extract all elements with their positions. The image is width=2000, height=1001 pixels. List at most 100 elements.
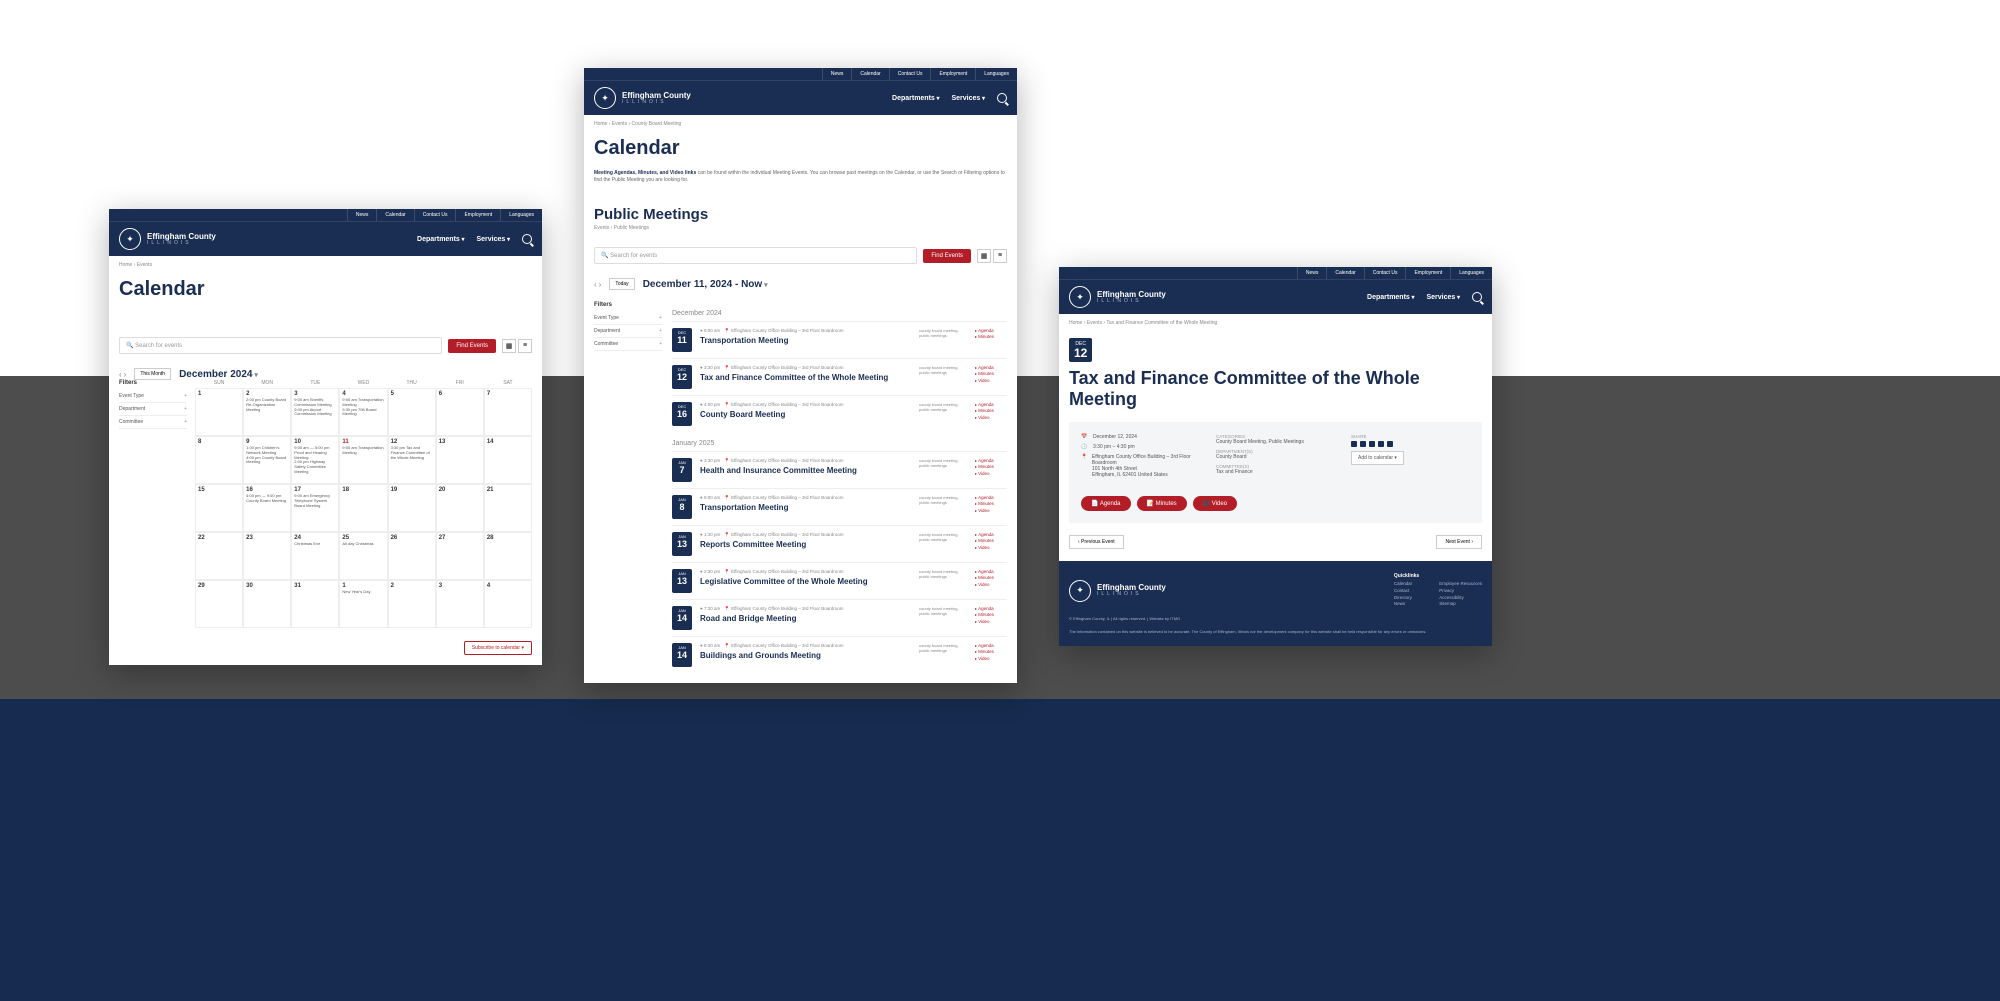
event-link-video[interactable]: Video [975, 378, 1007, 384]
month-label[interactable]: December 2024 [179, 369, 258, 380]
nav-news[interactable]: News [347, 209, 377, 221]
event-link-video[interactable]: Video [975, 582, 1007, 588]
site-logo[interactable]: ✦ Effingham County ILLINOIS [1069, 286, 1166, 308]
calendar-cell[interactable]: 5 [388, 388, 436, 436]
next-page[interactable]: › [599, 280, 602, 289]
filter-department[interactable]: Department [119, 403, 187, 416]
find-events-button[interactable]: Find Events [923, 249, 971, 263]
grid-view-icon[interactable]: ▦ [977, 249, 991, 263]
linkedin-icon[interactable] [1369, 441, 1375, 447]
calendar-cell[interactable]: 164:00 pm — 9:00 pm County Board Meeting [243, 484, 291, 532]
event-row[interactable]: DEC16● 4:00 pm📍 Effingham County Office … [672, 395, 1007, 432]
today-button[interactable]: Today [609, 278, 634, 290]
event-link-video[interactable]: Video [975, 656, 1007, 662]
event-row[interactable]: DEC12● 3:30 pm📍 Effingham County Office … [672, 358, 1007, 395]
calendar-cell[interactable]: 18 [339, 484, 387, 532]
event-title[interactable]: Legislative Committee of the Whole Meeti… [700, 577, 911, 586]
calendar-cell[interactable]: 22 [195, 532, 243, 580]
nav-news[interactable]: News [822, 68, 852, 80]
calendar-cell[interactable]: 27 [436, 532, 484, 580]
nav-services[interactable]: Services [952, 95, 986, 102]
nav-services[interactable]: Services [1427, 294, 1461, 301]
filter-event-type[interactable]: Event Type [119, 390, 187, 403]
event-link-video[interactable]: Video [975, 508, 1007, 514]
footer-link[interactable]: News [1394, 601, 1419, 608]
event-title[interactable]: Tax and Finance Committee of the Whole M… [700, 373, 911, 382]
site-logo[interactable]: ✦ Effingham County ILLINOIS [594, 87, 691, 109]
footer-link[interactable]: Sitemap [1439, 601, 1482, 608]
search-input[interactable]: 🔍 Search for events [594, 247, 917, 264]
link-icon[interactable] [1387, 441, 1393, 447]
nav-languages[interactable]: Languages [975, 68, 1017, 80]
event-row[interactable]: JAN7● 3:30 pm📍 Effingham County Office B… [672, 451, 1007, 488]
event-row[interactable]: JAN13● 2:30 pm📍 Effingham County Office … [672, 562, 1007, 599]
calendar-cell[interactable]: 8 [195, 436, 243, 484]
calendar-cell[interactable]: 30 [243, 580, 291, 628]
calendar-cell[interactable]: 3 [436, 580, 484, 628]
nav-calendar[interactable]: Calendar [851, 68, 888, 80]
event-title[interactable]: Health and Insurance Committee Meeting [700, 466, 911, 475]
nav-departments[interactable]: Departments [892, 95, 939, 102]
next-month[interactable]: › [124, 370, 127, 379]
next-event-button[interactable]: Next Event › [1436, 535, 1482, 549]
event-row[interactable]: JAN14● 7:30 am📍 Effingham County Office … [672, 599, 1007, 636]
event-link-video[interactable]: Video [975, 619, 1007, 625]
calendar-cell[interactable]: 20 [436, 484, 484, 532]
twitter-icon[interactable] [1360, 441, 1366, 447]
event-title[interactable]: Road and Bridge Meeting [700, 614, 911, 623]
prev-event-button[interactable]: ‹ Previous Event [1069, 535, 1124, 549]
calendar-cell[interactable]: 23 [243, 532, 291, 580]
nav-languages[interactable]: Languages [1450, 267, 1492, 279]
event-link-minutes[interactable]: Minutes [975, 334, 1007, 340]
filter-department[interactable]: Department [594, 325, 662, 338]
nav-employment[interactable]: Employment [930, 68, 975, 80]
search-input[interactable]: 🔍 Search for events [119, 337, 442, 354]
calendar-cell[interactable]: 7 [484, 388, 532, 436]
nav-news[interactable]: News [1297, 267, 1327, 279]
event-link-video[interactable]: Video [975, 471, 1007, 477]
filter-committee[interactable]: Committee [119, 416, 187, 429]
nav-services[interactable]: Services [477, 236, 511, 243]
email-icon[interactable] [1378, 441, 1384, 447]
nav-departments[interactable]: Departments [417, 236, 464, 243]
nav-languages[interactable]: Languages [500, 209, 542, 221]
calendar-cell[interactable]: 13 [436, 436, 484, 484]
event-title[interactable]: Transportation Meeting [700, 336, 911, 345]
list-view-icon[interactable]: ≡ [993, 249, 1007, 263]
footer-link[interactable]: Directory [1394, 595, 1419, 602]
calendar-cell[interactable]: 19 [388, 484, 436, 532]
calendar-cell[interactable]: 24Christmas Eve [291, 532, 339, 580]
calendar-cell[interactable]: 6 [436, 388, 484, 436]
event-title[interactable]: Transportation Meeting [700, 503, 911, 512]
footer-link[interactable]: Calendar [1394, 581, 1419, 588]
event-row[interactable]: DEC11● 9:00 am📍 Effingham County Office … [672, 321, 1007, 358]
calendar-cell[interactable]: 28 [484, 532, 532, 580]
calendar-cell[interactable]: 91:00 pm Children's Network Meeting4:00 … [243, 436, 291, 484]
search-icon[interactable] [522, 234, 532, 244]
agenda-button[interactable]: 📄 Agenda [1081, 496, 1131, 511]
calendar-cell[interactable]: 15 [195, 484, 243, 532]
calendar-cell[interactable]: 123:30 pm Tax and Finance Committee of t… [388, 436, 436, 484]
calendar-cell[interactable]: 26 [388, 532, 436, 580]
search-icon[interactable] [997, 93, 1007, 103]
nav-calendar[interactable]: Calendar [1326, 267, 1363, 279]
calendar-cell[interactable]: 1 [195, 388, 243, 436]
event-link-video[interactable]: Video [975, 415, 1007, 421]
nav-contact[interactable]: Contact Us [414, 209, 456, 221]
calendar-cell[interactable]: 4 [484, 580, 532, 628]
subscribe-button[interactable]: Subscribe to calendar ▾ [464, 641, 532, 655]
filter-committee[interactable]: Committee [594, 338, 662, 351]
search-icon[interactable] [1472, 292, 1482, 302]
calendar-cell[interactable]: 22:00 pm County Board Re-Organization Me… [243, 388, 291, 436]
calendar-cell[interactable]: 109:00 am — 5:00 pm Proof and Hearing Me… [291, 436, 339, 484]
calendar-cell[interactable]: 1New Year's Day [339, 580, 387, 628]
calendar-cell[interactable]: 29 [195, 580, 243, 628]
calendar-cell[interactable]: 2 [388, 580, 436, 628]
event-title[interactable]: County Board Meeting [700, 410, 911, 419]
footer-link[interactable]: Privacy [1439, 588, 1482, 595]
find-events-button[interactable]: Find Events [448, 339, 496, 353]
filter-event-type[interactable]: Event Type [594, 312, 662, 325]
nav-calendar[interactable]: Calendar [376, 209, 413, 221]
footer-link[interactable]: Contact [1394, 588, 1419, 595]
event-title[interactable]: Buildings and Grounds Meeting [700, 651, 911, 660]
